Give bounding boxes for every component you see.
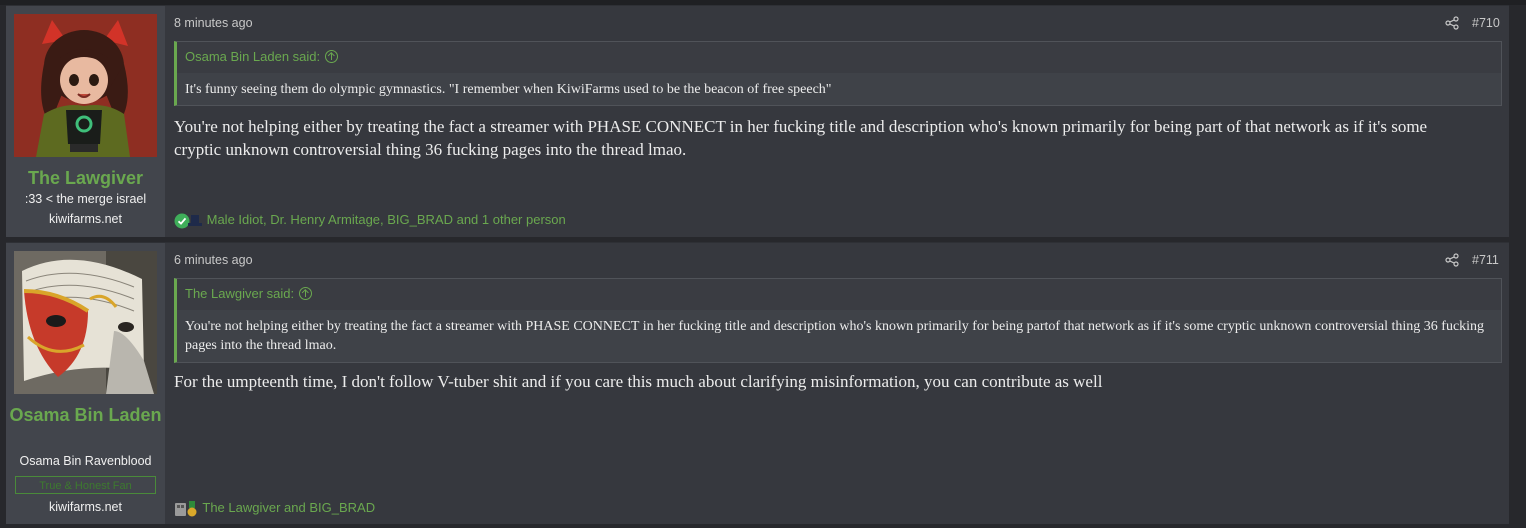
arrow-up-circle-icon[interactable] [325,50,339,63]
post-time[interactable]: 8 minutes ago [174,16,253,30]
share-icon[interactable] [1445,16,1459,30]
quote-author-label: The Lawgiver said: [185,286,295,301]
top-hat-reaction-icon [188,214,202,226]
arrow-up-circle-icon[interactable] [299,287,313,300]
user-title: :33 < the merge israel [24,192,147,206]
quote-text: You're not helping either by treating th… [185,319,1485,353]
avatar[interactable] [14,14,157,157]
quote-block: The Lawgiver said: You're not helping ei… [174,278,1502,363]
message-body: For the umpteenth time, I don't follow V… [174,372,1103,391]
share-icon[interactable] [1445,253,1459,267]
user-title: Osama Bin Ravenblood [19,454,152,468]
user-cell: Osama Bin Laden Osama Bin Ravenblood Tru… [6,243,165,524]
user-extra: kiwifarms.net [49,500,122,514]
user-extra: kiwifarms.net [49,212,122,226]
avatar[interactable] [14,251,157,394]
message-body: You're not helping either by treating th… [174,117,1428,159]
username[interactable]: The Lawgiver [6,166,165,191]
medal-reaction-icon [187,500,197,517]
quote-block: Osama Bin Laden said: It's funny seeing … [174,41,1502,106]
post-number[interactable]: #710 [1472,16,1500,30]
quote-author-label: Osama Bin Laden said: [185,49,321,64]
quote-text: It's funny seeing them do olympic gymnas… [185,82,832,97]
post-710: The Lawgiver :33 < the merge israel kiwi… [6,5,1509,237]
quote-author[interactable]: The Lawgiver said: [177,279,1501,310]
user-banner: True & Honest Fan [15,476,156,494]
reactions-list[interactable]: Male Idiot, Dr. Henry Armitage, BIG_BRAD… [207,212,566,227]
quote-author[interactable]: Osama Bin Laden said: [177,42,1501,73]
reactions-list[interactable]: The Lawgiver and BIG_BRAD [202,500,375,515]
username[interactable]: Osama Bin Laden [6,403,165,428]
post-number[interactable]: #711 [1472,253,1499,267]
post-711: Osama Bin Laden Osama Bin Ravenblood Tru… [6,242,1509,524]
post-time[interactable]: 6 minutes ago [174,253,253,267]
user-cell: The Lawgiver :33 < the merge israel kiwi… [6,6,165,237]
reactions-bar[interactable]: Male Idiot, Dr. Henry Armitage, BIG_BRAD… [174,212,566,229]
reactions-bar[interactable]: The Lawgiver and BIG_BRAD [174,500,375,517]
